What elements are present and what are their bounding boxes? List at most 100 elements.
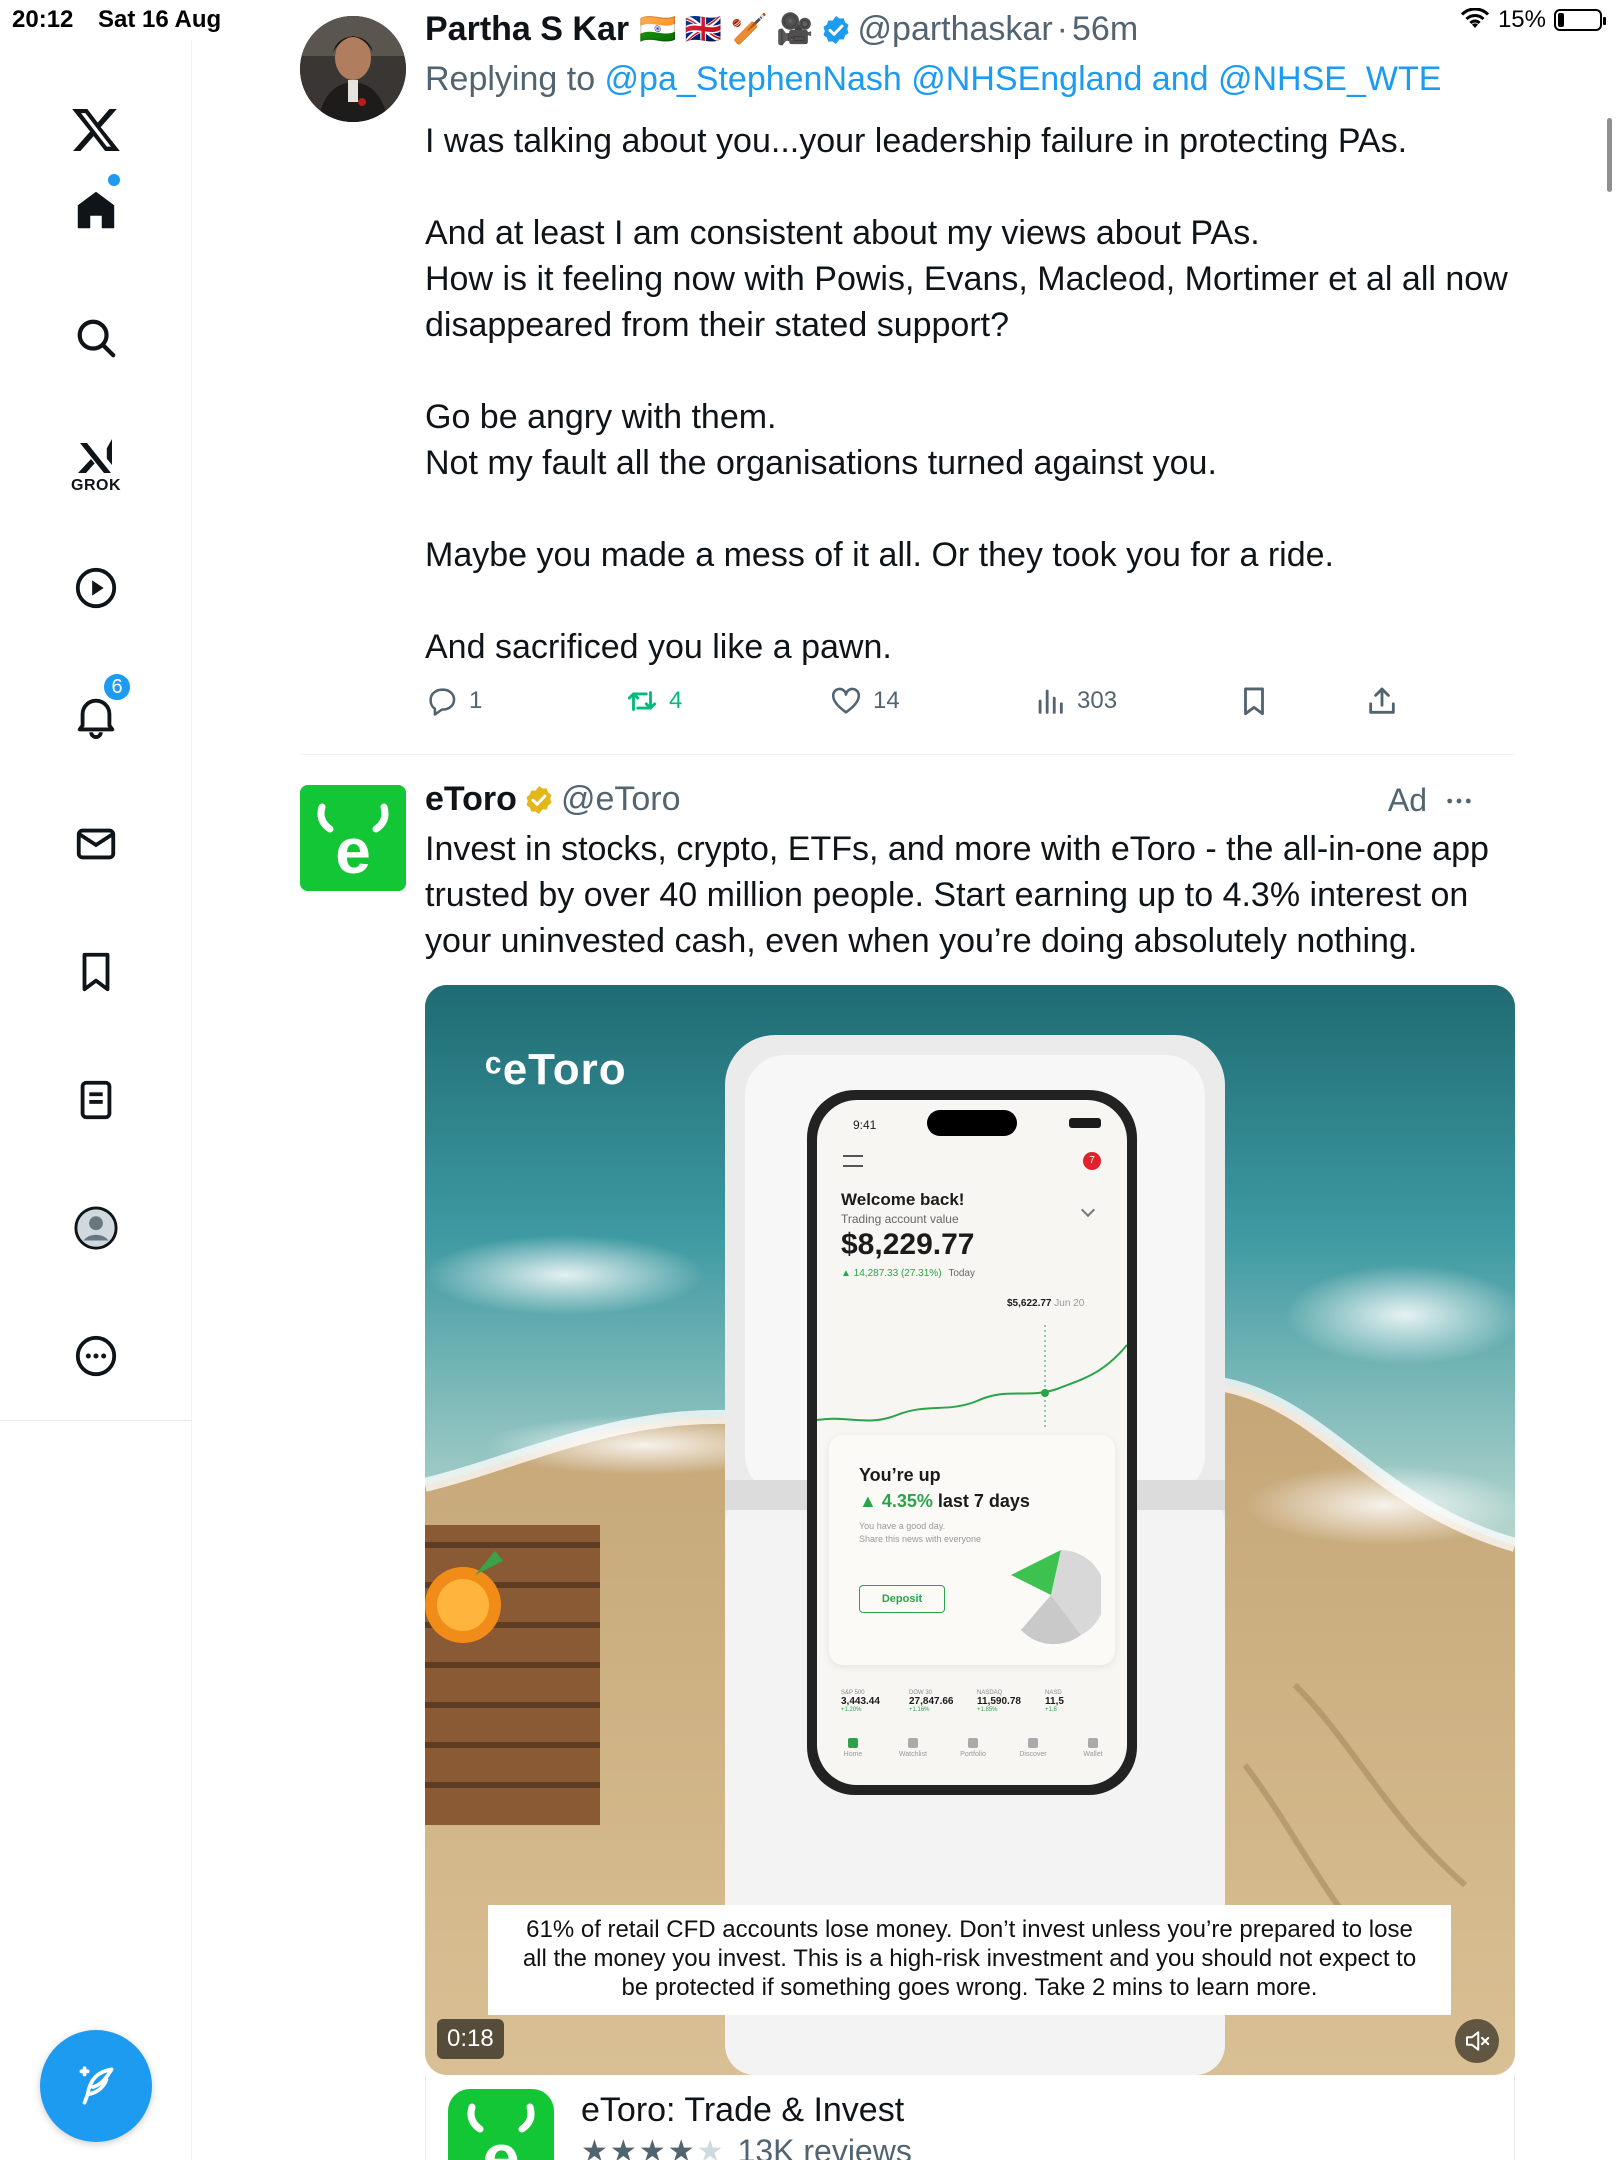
ticker-value: 3,443.44 [841,1696,880,1707]
phone-tab-label: Watchlist [898,1751,928,1758]
repost-icon [627,691,657,711]
ad-text: Invest in stocks, crypto, ETFs, and more… [425,830,1489,960]
tweet-time[interactable]: 56m [1072,10,1138,49]
bookmark-button[interactable] [1237,684,1271,718]
home-notification-dot [108,174,120,186]
replying-prefix: Replying to [425,60,605,98]
sidebar-item-home[interactable] [48,162,144,258]
header-dot: · [1056,10,1068,48]
author-name[interactable]: Partha S Kar [425,10,629,49]
phone-tab-icon [968,1738,978,1748]
disclaimer-box: 61% of retail CFD accounts lose money. D… [488,1905,1451,2015]
tweet-header: Partha S Kar 🇮🇳 🇬🇧 🏏 🎥 @parthaskar · 56m [425,10,1138,49]
phone-tab-icon [848,1738,858,1748]
reply-icon [429,688,456,716]
like-button[interactable]: 14 [829,684,900,718]
ticker-change: +1.20% [841,1707,862,1713]
status-date: Sat 16 Aug [98,6,222,33]
tweet[interactable]: Partha S Kar 🇮🇳 🇬🇧 🏏 🎥 @parthaskar · 56m… [300,0,1515,755]
svg-text:e: e [335,815,371,887]
etoro-avatar[interactable]: e [300,785,406,891]
status-time: 20:12 [12,6,74,33]
phone-tab-icon [1088,1738,1098,1748]
video-duration: 0:18 [437,2019,504,2059]
share-icon [1369,687,1395,714]
repost-button[interactable]: 4 [625,684,682,718]
app-card[interactable]: e eToro: Trade & Invest ★★★★★ 13K review… [425,2075,1515,2160]
phone-screen: 9:41 7 Welcome back! Trading account val… [817,1100,1127,1785]
home-icon [77,191,115,229]
bookmark-icon [1244,687,1264,716]
phone-tooltip: $5,622.77 Jun 20 [1007,1298,1084,1309]
compose-button[interactable] [40,2030,152,2142]
x-logo-icon [72,108,120,152]
profile-icon [74,1206,118,1250]
phone-tab: Wallet [1071,1738,1115,1758]
tweet-actions: 1 4 14 303 [425,684,1425,728]
like-count: 14 [873,687,900,714]
phone-notification-icon: 7 [1083,1152,1101,1170]
sidebar-item-more[interactable] [48,1308,144,1404]
sidebar-item-grok[interactable]: GROK [48,416,144,512]
sidebar-item-notifications[interactable]: 6 [48,668,144,764]
notifications-badge: 6 [102,672,132,702]
phone-time: 9:41 [853,1118,877,1132]
phone-mockup: 9:41 7 Welcome back! Trading account val… [807,1090,1137,1795]
sidebar-item-lists[interactable] [48,1052,144,1148]
phone-tickers: S&P 500 3,443.44 +1.20% DOW 30 27,847.66 +1.1… [829,1690,1127,1730]
ticker-change: +1.85% [977,1707,998,1713]
battery-icon [1554,9,1606,31]
phone-tab: Portfolio [951,1738,995,1758]
ad-header: eToro @eToro [425,780,681,819]
phone-change: ▲ 14,287.33 (27.31%) [841,1268,942,1279]
repost-count: 4 [669,687,683,714]
heart-icon [831,687,861,714]
phone-menu-icon [843,1155,863,1167]
dynamic-island [927,1110,1017,1136]
mute-button[interactable] [1455,2019,1499,2063]
author-emojis: 🇮🇳 🇬🇧 🏏 🎥 [639,13,814,46]
advertiser-handle[interactable]: @eToro [561,780,681,819]
views-button[interactable]: 303 [1033,684,1117,718]
phone-tab-label: Home [843,1751,863,1758]
star-icon: ★ [696,2135,726,2160]
play-icon [75,567,117,609]
phone-up-title: You’re up [859,1465,941,1485]
ad-video[interactable]: ᶜeToro 9:41 7 Welcome back! Trading acco… [425,985,1515,2075]
phone-tab-icon [1028,1738,1038,1748]
phone-signal [1069,1118,1101,1128]
phone-chevron-icon [1080,1202,1096,1218]
replying-mentions[interactable]: @pa_StephenNash @NHSEngland and @NHSE_WT… [605,60,1442,98]
phone-ticker: DOW 30 27,847.66 +1.16% [909,1690,954,1713]
phone-up-pct: ▲ 4.35% [859,1491,933,1511]
ticker-value: 27,847.66 [909,1696,954,1707]
ticker-change: +1.16% [909,1707,930,1713]
advertiser-name[interactable]: eToro [425,780,517,819]
phone-line-chart [817,1325,1127,1430]
phone-tab-label: Discover [1019,1751,1047,1758]
phone-tab-label: Portfolio [960,1751,986,1758]
app-rating: ★★★★★ 13K reviews [581,2133,912,2160]
more-options-icon[interactable] [1443,785,1475,817]
sidebar: GROK 6 [0,40,192,2160]
sidebar-item-video[interactable] [48,540,144,636]
battery-fill [1558,13,1564,27]
phone-ticker: S&P 500 3,443.44 +1.20% [841,1690,880,1713]
sidebar-item-search[interactable] [48,290,144,386]
phone-up-card: You’re up ▲ 4.35% last 7 days You have a… [829,1435,1115,1665]
app-reviews-count: 13K reviews [737,2133,912,2160]
sidebar-item-profile[interactable] [48,1180,144,1276]
sidebar-item-messages[interactable] [48,796,144,892]
reply-button[interactable]: 1 [425,684,482,718]
sidebar-divider [0,1420,192,1421]
author-handle[interactable]: @parthaskar [858,10,1053,49]
sidebar-item-bookmarks[interactable] [48,924,144,1020]
scrollbar[interactable] [1607,118,1612,192]
share-button[interactable] [1365,684,1399,718]
phone-tabbar: Home Watchlist Portfolio Discover Wallet [817,1732,1127,1772]
reply-count: 1 [469,687,483,714]
avatar[interactable] [300,16,406,122]
tweet-separator [300,754,1515,755]
grok-icon [78,439,112,473]
ticker-value: 11,5 [1045,1696,1064,1707]
